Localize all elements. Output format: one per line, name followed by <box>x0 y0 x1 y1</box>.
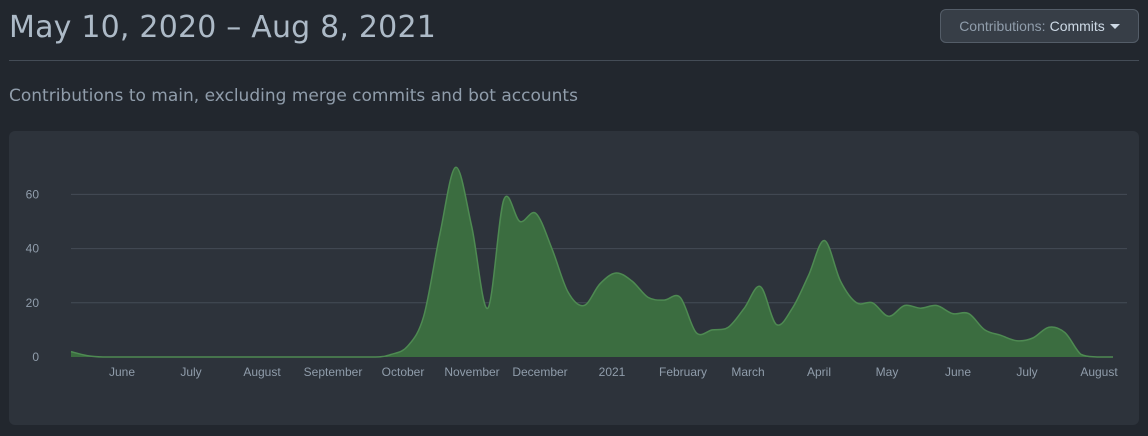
commits-area <box>71 167 1113 357</box>
header-divider <box>9 60 1139 61</box>
contributors-page: May 10, 2020 – Aug 8, 2021 Contributions… <box>0 0 1148 436</box>
caret-down-icon <box>1109 23 1120 29</box>
y-tick-label: 20 <box>26 296 40 310</box>
x-tick-label: June <box>109 365 135 379</box>
chart-subtitle: Contributions to main, excluding merge c… <box>9 86 578 106</box>
x-tick-label: February <box>659 365 707 379</box>
x-tick-label: August <box>243 365 281 379</box>
x-tick-label: September <box>304 365 363 379</box>
x-tick-label: June <box>945 365 971 379</box>
x-tick-label: April <box>807 365 831 379</box>
x-tick-label: July <box>1016 365 1037 379</box>
y-tick-label: 60 <box>26 187 40 201</box>
date-range-title: May 10, 2020 – Aug 8, 2021 <box>9 10 437 45</box>
x-tick-label: October <box>382 365 425 379</box>
x-tick-label: March <box>731 365 764 379</box>
x-tick-label: November <box>444 365 499 379</box>
contributions-chart-panel: 0 20 40 60 June July August September October Nov… <box>9 131 1139 425</box>
y-tick-label: 40 <box>26 242 40 256</box>
y-tick-label: 0 <box>32 350 39 364</box>
x-tick-label: July <box>180 365 201 379</box>
x-tick-label: December <box>512 365 567 379</box>
contributions-type-dropdown[interactable]: Contributions: Commits <box>940 9 1139 43</box>
x-tick-label: May <box>876 365 899 379</box>
dropdown-selected-value: Commits <box>1049 18 1105 34</box>
x-tick-label: August <box>1080 365 1118 379</box>
dropdown-label: Contributions: <box>959 18 1046 34</box>
contributions-area-chart: 0 20 40 60 June July August September October Nov… <box>26 166 1127 379</box>
x-tick-label: 2021 <box>599 365 626 379</box>
